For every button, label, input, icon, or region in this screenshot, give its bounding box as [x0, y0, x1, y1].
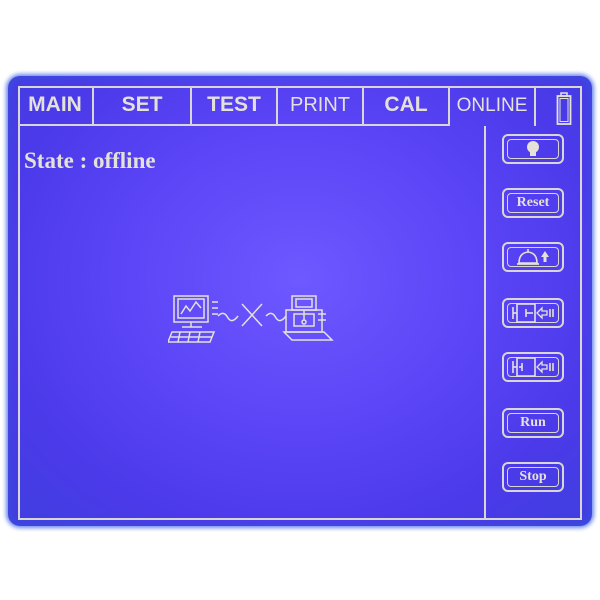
tab-test[interactable]: TEST [192, 86, 278, 126]
tab-set[interactable]: SET [94, 86, 192, 126]
tab-online[interactable]: ONLINE [450, 86, 536, 126]
tab-cal[interactable]: CAL [364, 86, 450, 126]
clamp-out-button[interactable] [502, 352, 564, 382]
clamp-in-icon [512, 303, 554, 323]
clamp-out-icon [512, 357, 554, 377]
battery-icon [556, 92, 572, 131]
bell-up-icon [517, 249, 549, 265]
lcd-screen: MAIN SET TEST PRINT CAL ONLINE State : o… [8, 76, 592, 526]
reset-button[interactable]: Reset [502, 188, 564, 218]
stop-button[interactable]: Stop [502, 462, 564, 492]
bulb-icon [527, 141, 539, 156]
pc-disconnected-instrument-icon [166, 294, 334, 351]
tab-bar: MAIN SET TEST PRINT CAL ONLINE [18, 86, 536, 128]
sidebar-divider [484, 126, 486, 520]
tab-main[interactable]: MAIN [18, 86, 94, 126]
tab-print[interactable]: PRINT [278, 86, 364, 126]
connection-state: State : offline [24, 148, 156, 173]
light-button[interactable] [502, 134, 564, 164]
clamp-in-button[interactable] [502, 298, 564, 328]
lift-button[interactable] [502, 242, 564, 272]
run-button[interactable]: Run [502, 408, 564, 438]
